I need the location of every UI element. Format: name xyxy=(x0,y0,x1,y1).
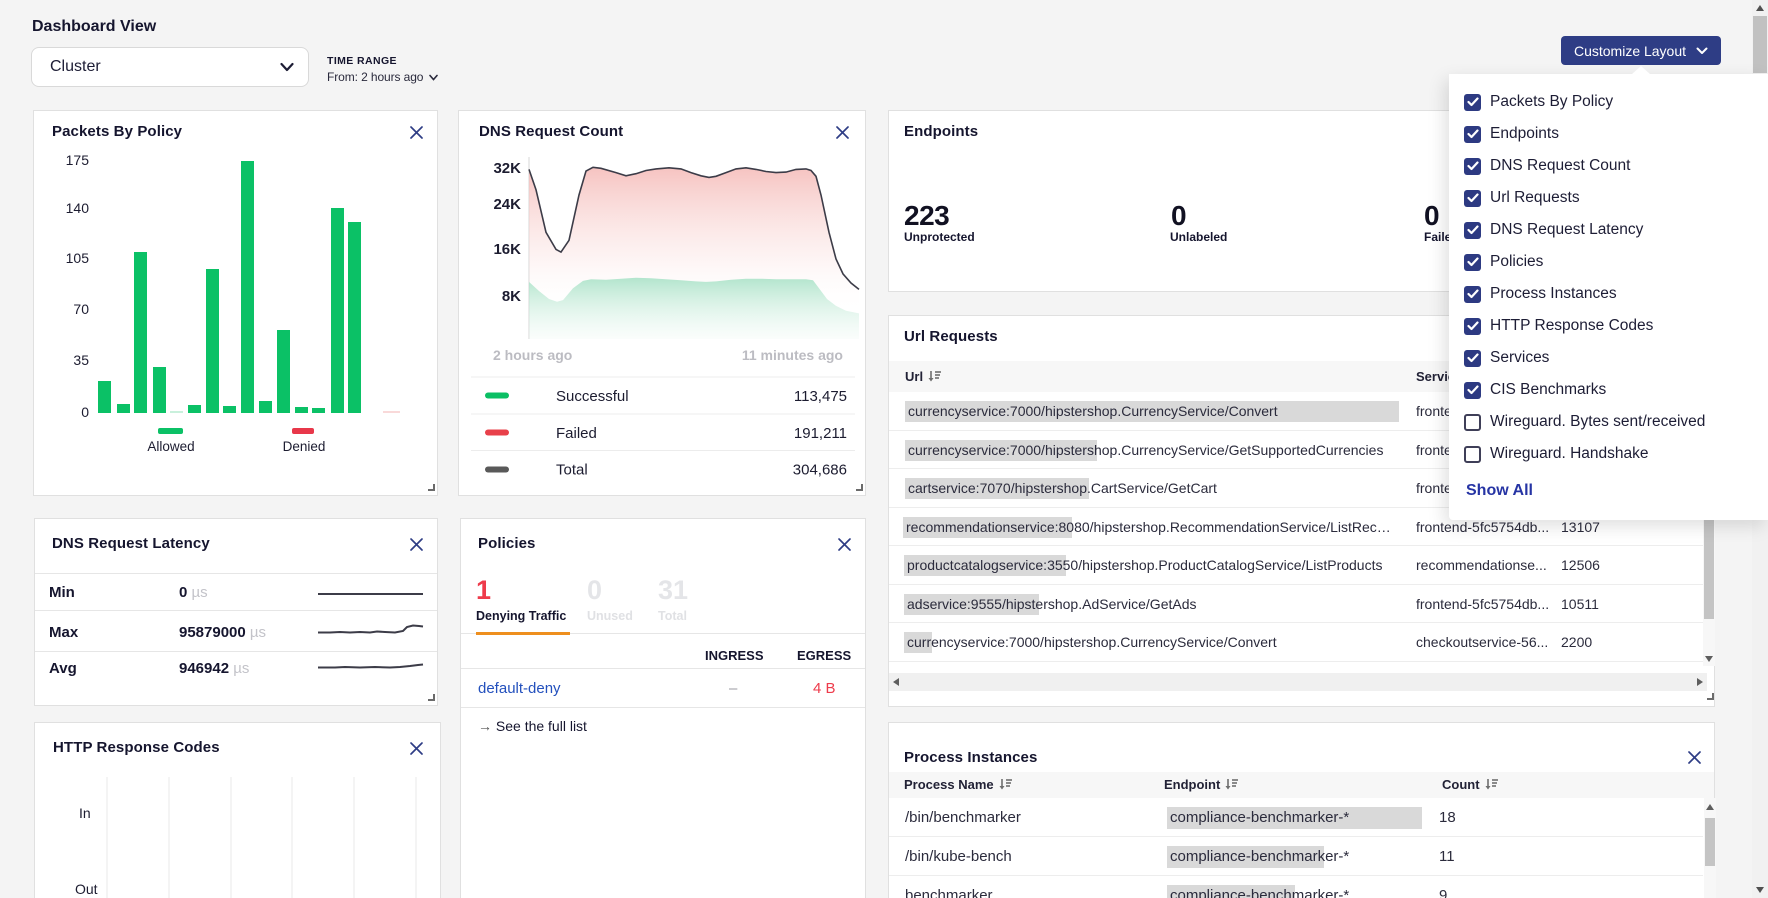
svg-text:191,211: 191,211 xyxy=(794,425,847,442)
svg-text:175: 175 xyxy=(66,152,90,168)
svg-text:Successful: Successful xyxy=(556,388,629,405)
svg-text:8K: 8K xyxy=(502,288,521,305)
svg-text:0: 0 xyxy=(81,404,89,420)
svg-text:Failed: Failed xyxy=(556,425,597,442)
svg-text:140: 140 xyxy=(66,200,90,216)
svg-text:Denied: Denied xyxy=(283,439,326,454)
svg-text:Allowed: Allowed xyxy=(147,439,194,454)
svg-text:24K: 24K xyxy=(493,196,521,213)
svg-text:2 hours ago: 2 hours ago xyxy=(493,347,572,363)
svg-text:70: 70 xyxy=(73,301,89,317)
svg-text:32K: 32K xyxy=(493,160,521,177)
svg-text:16K: 16K xyxy=(493,241,521,258)
svg-text:11 minutes ago: 11 minutes ago xyxy=(742,347,843,363)
svg-text:105: 105 xyxy=(66,250,90,266)
svg-text:113,475: 113,475 xyxy=(794,388,847,405)
svg-text:35: 35 xyxy=(73,352,89,368)
svg-text:Total: Total xyxy=(556,462,588,479)
svg-text:304,686: 304,686 xyxy=(793,462,847,479)
